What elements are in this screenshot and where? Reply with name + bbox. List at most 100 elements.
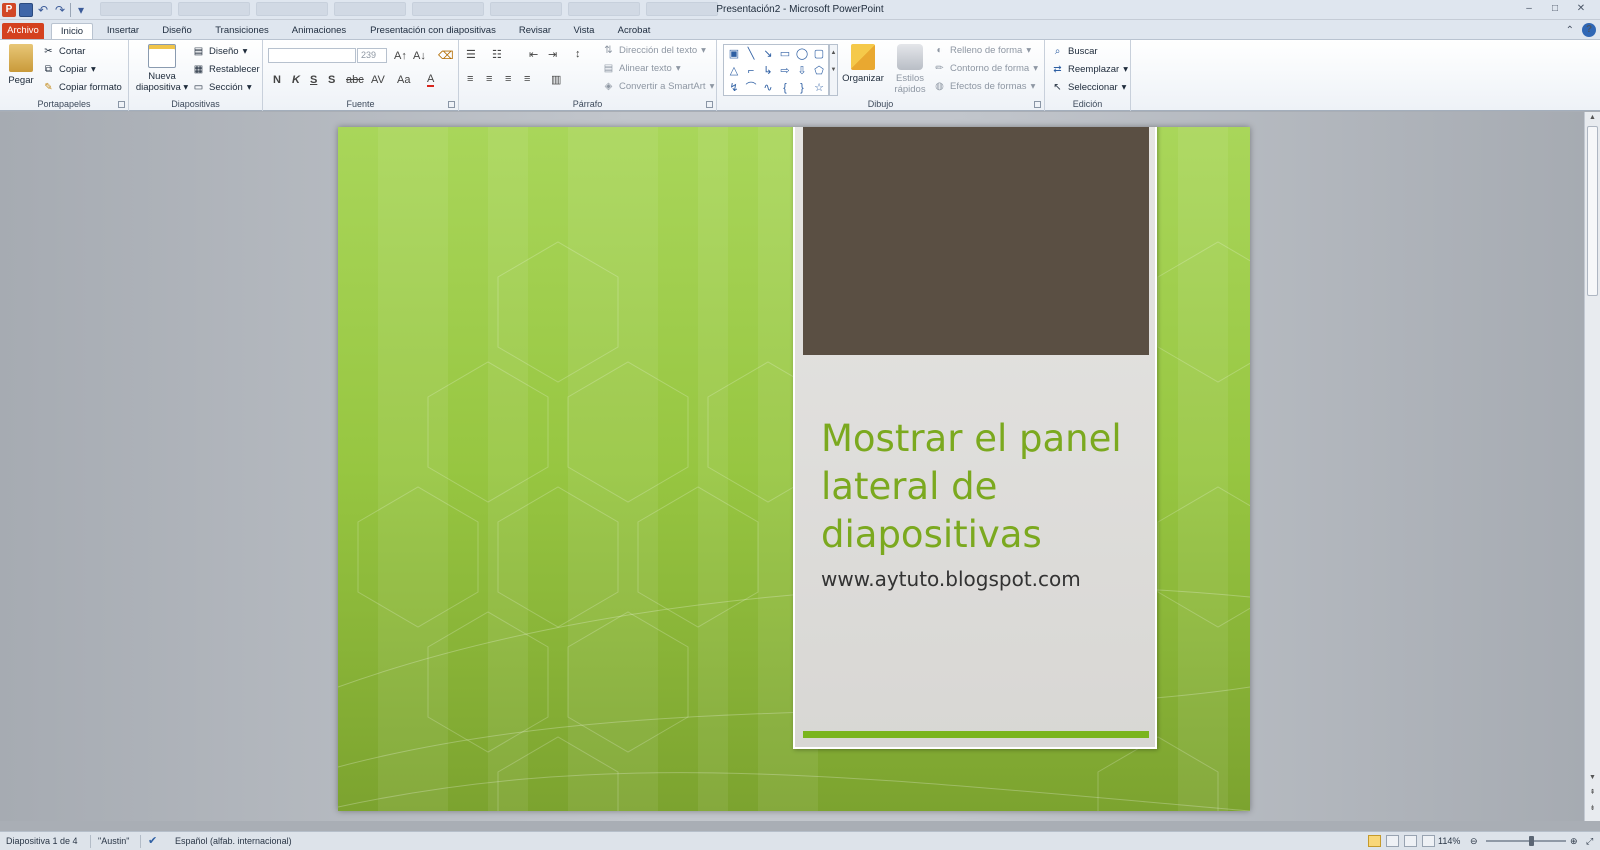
tab-inicio[interactable]: Inicio [51, 23, 93, 39]
decrease-indent-icon[interactable]: ⇤ [529, 48, 538, 61]
triangle-shape-icon[interactable]: △ [726, 63, 742, 79]
arrow-line-shape-icon[interactable]: ↘ [760, 46, 776, 62]
font-name-combo[interactable] [268, 48, 356, 63]
tab-transiciones[interactable]: Transiciones [209, 23, 275, 39]
smartart-button[interactable]: ◈ Convertir a SmartArt ▾ [602, 80, 715, 93]
format-painter-button[interactable]: ✎ Copiar formato [42, 81, 122, 94]
textbox-shape-icon[interactable]: ▣ [726, 46, 742, 62]
spellcheck-icon[interactable]: ✔ [148, 834, 157, 847]
rectangle-shape-icon[interactable]: ▭ [777, 46, 793, 62]
grow-font-icon[interactable]: A↑ [394, 50, 407, 62]
shape-outline-button[interactable]: ✏ Contorno de forma ▾ [933, 62, 1038, 75]
elbow-arrow-shape-icon[interactable]: ↳ [760, 63, 776, 79]
quick-styles-button[interactable]: Estilos rápidos [889, 44, 931, 95]
next-slide-icon[interactable]: ⇟ [1587, 804, 1598, 814]
slide-canvas[interactable]: Mostrar el panel lateral de diapositivas… [338, 127, 1250, 811]
language-indicator[interactable]: Español (alfab. internacional) [175, 836, 292, 846]
vertical-scrollbar[interactable]: ▲ ▼ ⇞ ⇟ [1584, 112, 1600, 821]
dialog-launcher-icon[interactable] [706, 101, 713, 108]
down-arrow-shape-icon[interactable]: ⇩ [794, 63, 810, 79]
zoom-out-icon[interactable]: ⊖ [1470, 836, 1478, 847]
zoom-in-icon[interactable]: ⊕ [1570, 836, 1578, 847]
minimize-button[interactable]: ‒ [1518, 2, 1540, 16]
increase-indent-icon[interactable]: ⇥ [548, 48, 557, 61]
tab-insertar[interactable]: Insertar [101, 23, 145, 39]
shapes-gallery[interactable]: ▣ ╲ ↘ ▭ ◯ ▢ △ ⌐ ↳ ⇨ ⇩ ⬠ ↯ ⌒ ∿ { } ☆ [723, 44, 829, 96]
clear-format-icon[interactable]: ⌫ [438, 49, 454, 62]
right-arrow-shape-icon[interactable]: ⇨ [777, 63, 793, 79]
columns-icon[interactable]: ▥ [551, 73, 561, 86]
tab-archivo[interactable]: Archivo [2, 23, 44, 39]
zoom-level[interactable]: 114% [1438, 836, 1460, 846]
tab-acrobat[interactable]: Acrobat [610, 23, 658, 39]
slide-sorter-view-button[interactable] [1386, 835, 1399, 847]
new-slide-button[interactable]: Nueva diapositiva ▾ [133, 44, 191, 93]
section-button[interactable]: ▭ Sección ▾ [192, 81, 252, 94]
curved-shape-icon[interactable]: ↯ [726, 80, 742, 96]
shadow-button[interactable]: S [328, 74, 335, 86]
find-button[interactable]: ⌕ Buscar [1051, 45, 1098, 58]
slideshow-view-button[interactable] [1422, 835, 1435, 847]
align-right-icon[interactable]: ≡ [505, 73, 511, 85]
minimize-ribbon-icon[interactable]: ⌃ [1566, 25, 1574, 36]
pentagon-shape-icon[interactable]: ⬠ [811, 63, 827, 79]
dialog-launcher-icon[interactable] [448, 101, 455, 108]
tab-diseno[interactable]: Diseño [153, 23, 201, 39]
maximize-button[interactable]: □ [1544, 2, 1566, 16]
text-direction-button[interactable]: ⇅ Dirección del texto ▾ [602, 44, 706, 57]
close-button[interactable]: ✕ [1570, 2, 1592, 16]
numbering-icon[interactable]: ☷ [492, 48, 502, 61]
scroll-up-icon[interactable]: ▲ [1587, 114, 1598, 124]
curve-shape-icon[interactable]: ∿ [760, 80, 776, 96]
theme-name[interactable]: "Austin" [98, 836, 129, 846]
underline-button[interactable]: S [310, 74, 317, 86]
prev-slide-icon[interactable]: ⇞ [1587, 788, 1598, 798]
elbow-connector-shape-icon[interactable]: ⌐ [743, 63, 759, 79]
fit-slide-icon[interactable]: ⤢ [1586, 836, 1593, 847]
select-button[interactable]: ↖ Seleccionar ▾ [1051, 81, 1126, 94]
reading-view-button[interactable] [1404, 835, 1417, 847]
tab-presentacion[interactable]: Presentación con diapositivas [363, 23, 503, 39]
align-text-button[interactable]: ▤ Alinear texto ▾ [602, 62, 681, 75]
arrange-button[interactable]: Organizar [839, 44, 887, 84]
dialog-launcher-icon[interactable] [118, 101, 125, 108]
slide-subtitle[interactable]: www.aytuto.blogspot.com [821, 567, 1081, 591]
shrink-font-icon[interactable]: A↓ [413, 50, 426, 62]
font-color-button[interactable]: A [427, 73, 435, 87]
right-brace-shape-icon[interactable]: } [794, 80, 810, 96]
copy-button[interactable]: ⧉ Copiar ▾ [42, 63, 96, 76]
shape-fill-button[interactable]: ◐ Relleno de forma ▾ [933, 44, 1031, 57]
star-shape-icon[interactable]: ☆ [811, 80, 827, 96]
normal-view-button[interactable] [1368, 835, 1381, 847]
rounded-rect-shape-icon[interactable]: ▢ [811, 46, 827, 62]
shape-effects-button[interactable]: ◍ Efectos de formas ▾ [933, 80, 1035, 93]
scroll-down-icon[interactable]: ▼ [1587, 774, 1598, 784]
italic-button[interactable]: K [292, 74, 300, 86]
cut-button[interactable]: ✂ Cortar [42, 45, 85, 58]
oval-shape-icon[interactable]: ◯ [794, 46, 810, 62]
bullets-icon[interactable]: ☰ [466, 48, 476, 61]
paste-button[interactable]: Pegar [4, 44, 38, 86]
bold-button[interactable]: N [273, 74, 281, 86]
zoom-slider-track[interactable] [1486, 840, 1566, 842]
help-icon[interactable]: ? [1582, 23, 1596, 37]
left-brace-shape-icon[interactable]: { [777, 80, 793, 96]
replace-button[interactable]: ⇄ Reemplazar ▾ [1051, 63, 1128, 76]
tab-revisar[interactable]: Revisar [512, 23, 558, 39]
slide-title[interactable]: Mostrar el panel lateral de diapositivas [821, 415, 1141, 559]
zoom-slider-thumb[interactable] [1529, 836, 1535, 846]
scrollbar-thumb[interactable] [1587, 126, 1598, 296]
align-center-icon[interactable]: ≡ [486, 73, 492, 85]
justify-icon[interactable]: ≡ [524, 73, 530, 85]
tab-vista[interactable]: Vista [566, 23, 602, 39]
char-spacing-button[interactable]: AV [371, 74, 385, 86]
font-size-combo[interactable]: 239 [357, 48, 387, 63]
arc-shape-icon[interactable]: ⌒ [743, 80, 759, 96]
layout-button[interactable]: ▤ Diseño ▾ [192, 45, 248, 58]
change-case-button[interactable]: Aa [397, 74, 410, 86]
line-shape-icon[interactable]: ╲ [743, 46, 759, 62]
line-spacing-icon[interactable]: ↕ [575, 48, 581, 60]
align-left-icon[interactable]: ≡ [467, 73, 473, 85]
shapes-gallery-scroll[interactable]: ▲ ▼ [829, 44, 838, 96]
tab-animaciones[interactable]: Animaciones [283, 23, 355, 39]
